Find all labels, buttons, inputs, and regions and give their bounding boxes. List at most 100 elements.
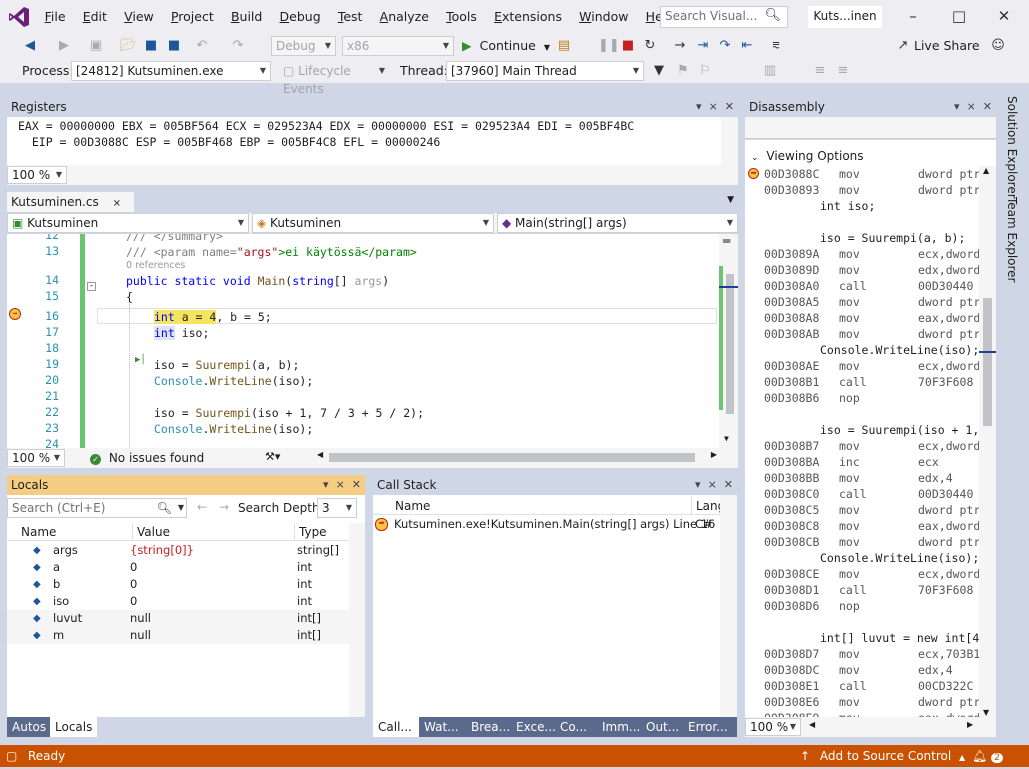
indent-icon[interactable]: ≡ — [812, 63, 828, 79]
split-icon[interactable]: ═ — [723, 234, 730, 248]
unflag-icon[interactable]: ⚐ — [697, 63, 713, 79]
horizontal-scrollbar[interactable]: ◀ ▶ — [317, 450, 717, 462]
maximize-button[interactable]: □ — [936, 0, 982, 33]
variable-value[interactable]: 0 — [130, 576, 137, 593]
scroll-left-icon[interactable]: ◀ — [809, 720, 815, 729]
pin-icon[interactable]: ⨯ — [336, 478, 345, 491]
scroll-thumb[interactable] — [983, 298, 992, 426]
references-codelens[interactable]: 0 references — [126, 258, 185, 274]
feedback-icon[interactable]: ☺ — [990, 38, 1006, 54]
lifecycle-events-select[interactable]: ▢ Lifecycle Events ▼ — [278, 61, 390, 96]
scroll-right-icon[interactable]: ▶ — [711, 450, 717, 459]
save-icon[interactable]: ■ — [143, 38, 159, 54]
forward-icon[interactable]: → — [219, 500, 229, 514]
dropdown-icon[interactable]: ▾ — [696, 100, 702, 113]
locals-row[interactable]: ◆ args {string[0]} string[] — [7, 542, 349, 559]
step-over-icon[interactable]: ↷ — [717, 38, 733, 54]
scroll-up-icon[interactable]: ▲ — [983, 166, 989, 175]
column-name[interactable]: Name — [21, 523, 56, 541]
scroll-down-icon[interactable]: ▼ — [724, 434, 729, 443]
minimize-button[interactable]: – — [890, 0, 936, 33]
continue-button[interactable]: ▶ Continue ▼ — [462, 36, 550, 56]
solution-name-tab[interactable]: Kuts...inen — [808, 6, 882, 28]
locals-row[interactable]: ◆ luvut null int[] — [7, 610, 349, 627]
platform-select[interactable]: x86 ▼ — [342, 36, 454, 56]
flag-icon[interactable]: ⚑ — [675, 63, 691, 79]
menu-file[interactable]: File — [36, 8, 74, 26]
stack-frame-icon[interactable]: ▥ — [762, 63, 778, 79]
collapse-toggle-icon[interactable]: - — [87, 282, 96, 291]
variable-value[interactable]: 0 — [130, 593, 137, 610]
pin-icon[interactable]: ⨯ — [113, 198, 121, 209]
tab-autos[interactable]: Autos — [7, 717, 52, 737]
close-icon[interactable]: ✕ — [725, 100, 734, 113]
brush-icon[interactable]: ⚒▾ — [265, 450, 280, 463]
live-share-icon[interactable]: ↗ — [895, 38, 911, 54]
disassembly-zoom-select[interactable]: 100 % ▼ — [745, 718, 801, 736]
close-icon[interactable]: ✕ — [983, 100, 992, 113]
save-all-icon[interactable]: ■ — [166, 38, 182, 54]
back-icon[interactable]: ← — [197, 500, 207, 514]
output-window-icon[interactable]: ▢ — [6, 745, 17, 767]
dropdown-icon[interactable]: ▾ — [954, 100, 960, 113]
step-into-icon[interactable]: ⇥ — [695, 38, 711, 54]
new-project-icon[interactable]: ▣ — [88, 38, 104, 54]
undo-icon[interactable]: ↶ — [194, 38, 210, 54]
tab-error[interactable]: Error... — [683, 717, 737, 737]
scroll-thumb[interactable] — [726, 274, 734, 414]
project-nav-select[interactable]: ▣ Kutsuminen ▼ — [7, 213, 249, 233]
dropdown-icon[interactable]: ▾ — [323, 478, 329, 491]
run-to-click-icon[interactable]: ▶│ — [135, 355, 146, 365]
back-icon[interactable]: ◀ — [22, 38, 38, 54]
locals-scrollbar[interactable] — [349, 523, 365, 717]
issues-indicator[interactable]: ✓ No issues found — [90, 450, 204, 466]
variable-value[interactable]: null — [130, 610, 151, 627]
filter-icon[interactable]: ▼ — [651, 63, 667, 79]
menu-project[interactable]: Project — [162, 8, 222, 26]
menu-edit[interactable]: Edit — [74, 8, 115, 26]
type-nav-select[interactable]: ◈ Kutsuminen ▼ — [252, 213, 494, 233]
close-icon[interactable]: ✕ — [352, 478, 361, 491]
viewing-options-toggle[interactable]: ⌄ Viewing Options — [751, 148, 864, 164]
side-tab-team-explorer[interactable]: Team Explorer — [1003, 197, 1021, 283]
column-value[interactable]: Value — [132, 523, 170, 541]
thread-select[interactable]: [37960] Main Thread ▼ — [446, 61, 644, 81]
locals-row[interactable]: ◆ iso 0 int — [7, 593, 349, 610]
menu-debug[interactable]: Debug — [271, 8, 329, 26]
outdent-icon[interactable]: ≡ — [835, 63, 851, 79]
locals-row[interactable]: ◆ m null int[] — [7, 627, 349, 644]
close-icon[interactable]: ✕ — [724, 478, 733, 491]
locals-row[interactable]: ◆ a 0 int — [7, 559, 349, 576]
code-area[interactable]: 12 13 14 15 16 17 18 19 20 21 22 23 24 ➡ - /// </sum… — [7, 234, 738, 448]
menu-analyze[interactable]: Analyze — [371, 8, 437, 26]
menu-extensions[interactable]: Extensions — [486, 8, 571, 26]
search-depth-select[interactable]: 3 ▼ — [317, 498, 357, 518]
debug-target-icon[interactable]: ▤ — [556, 38, 572, 54]
search-input[interactable]: Search Visual... 🔍︎ — [660, 6, 788, 28]
column-name[interactable]: Name — [395, 497, 430, 515]
configuration-select[interactable]: Debug ▼ — [271, 36, 336, 56]
tab-list-icon[interactable]: ▼ — [727, 195, 734, 205]
open-folder-icon[interactable]: 📂︎ — [120, 38, 137, 54]
notifications-button[interactable]: 🔔︎ 2 — [972, 745, 1003, 767]
breakpoint-gutter[interactable] — [7, 234, 29, 448]
variable-value[interactable]: null — [130, 627, 151, 644]
locals-search-input[interactable]: Search (Ctrl+E) 🔍︎ ▼ — [7, 498, 187, 518]
menu-window[interactable]: Window — [571, 8, 637, 26]
scroll-left-icon[interactable]: ◀ — [317, 450, 323, 459]
pause-icon[interactable]: ❚❚ — [598, 38, 620, 54]
editor-scrollbar[interactable]: ═ ▼ — [719, 234, 738, 448]
side-tab-solution-explorer[interactable]: Solution Explorer — [1003, 96, 1021, 199]
step-out-icon[interactable]: ⇤ — [739, 38, 755, 54]
menu-view[interactable]: View — [116, 8, 163, 26]
close-button[interactable]: ✕ — [981, 0, 1027, 33]
registers-zoom-select[interactable]: 100 % ▼ — [7, 166, 67, 184]
restart-icon[interactable]: ↻ — [642, 38, 658, 54]
call-stack-row[interactable]: ➡ Kutsuminen.exe!Kutsuminen.Main(string[… — [373, 516, 720, 533]
pin-icon[interactable]: ⨯ — [708, 478, 717, 491]
pin-icon[interactable]: ⨯ — [709, 100, 718, 113]
variable-value[interactable]: 0 — [130, 559, 137, 576]
redo-icon[interactable]: ↷ — [230, 38, 246, 54]
disassembly-scrollbar[interactable]: ▲ ▼ — [979, 166, 996, 717]
address-bar[interactable] — [745, 117, 996, 139]
